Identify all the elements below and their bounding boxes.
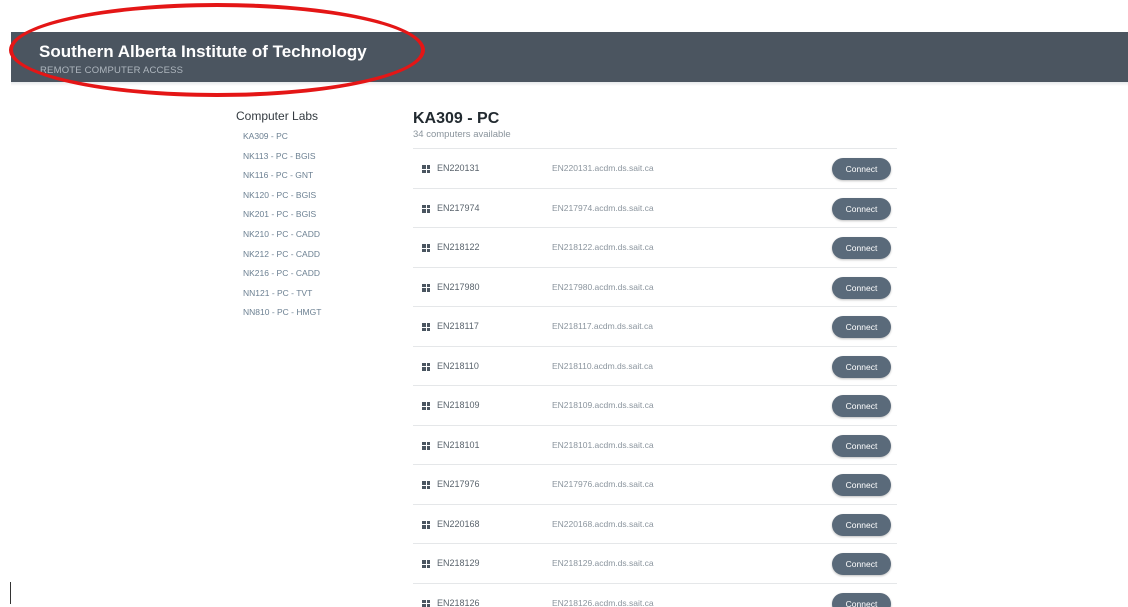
connect-button[interactable]: Connect bbox=[832, 316, 891, 338]
computer-hostname: EN218110.acdm.ds.sait.ca bbox=[552, 360, 653, 371]
computer-name: EN220131 bbox=[437, 163, 480, 173]
sidebar-item-lab[interactable]: NK216 - PC - CADD bbox=[236, 264, 376, 284]
sidebar-item-lab[interactable]: NK116 - PC - GNT bbox=[236, 166, 376, 186]
windows-icon bbox=[422, 520, 430, 529]
connect-button[interactable]: Connect bbox=[832, 513, 891, 536]
computer-name: EN218109 bbox=[437, 400, 480, 410]
computer-hostname: EN217980.acdm.ds.sait.ca bbox=[552, 281, 654, 292]
windows-icon bbox=[422, 204, 430, 213]
connect-button[interactable]: Connect bbox=[832, 474, 891, 496]
windows-icon bbox=[422, 402, 430, 410]
computer-name: EN220168 bbox=[437, 518, 480, 529]
computer-hostname: EN217974.acdm.ds.sait.ca bbox=[552, 202, 654, 213]
computer-row: EN218129 EN218129.acdm.ds.sait.ca Connect bbox=[413, 544, 897, 584]
edge-line bbox=[10, 582, 11, 604]
header-shadow bbox=[11, 82, 1128, 86]
computer-name: EN218101 bbox=[437, 439, 480, 450]
sidebar-item-lab[interactable]: NK210 - PC - CADD bbox=[236, 225, 376, 245]
sidebar-item-lab[interactable]: NK120 - PC - BGIS bbox=[236, 186, 376, 206]
computer-row: EN218117 EN218117.acdm.ds.sait.ca Connect bbox=[413, 307, 897, 347]
connect-button[interactable]: Connect bbox=[832, 158, 891, 180]
sidebar-item-lab[interactable]: NN810 - PC - HMGT bbox=[236, 303, 376, 323]
computer-hostname: EN218122.acdm.ds.sait.ca bbox=[552, 242, 654, 252]
windows-icon bbox=[422, 560, 430, 568]
windows-icon bbox=[422, 165, 430, 173]
main-content: KA309 - PC 34 computers available EN2201… bbox=[413, 110, 899, 607]
windows-icon bbox=[422, 362, 430, 371]
connect-button[interactable]: Connect bbox=[832, 355, 891, 378]
computer-row: EN217980 EN217980.acdm.ds.sait.ca Connect bbox=[413, 268, 897, 307]
computer-hostname: EN218109.acdm.ds.sait.ca bbox=[552, 400, 654, 410]
computer-name: EN217976 bbox=[437, 479, 480, 489]
page-title: KA309 - PC bbox=[413, 110, 500, 127]
computer-list: EN220131 EN220131.acdm.ds.sait.ca Connect E… bbox=[413, 148, 897, 607]
sidebar-item-lab[interactable]: KA309 - PC bbox=[236, 127, 376, 147]
windows-icon bbox=[422, 283, 430, 292]
computer-hostname: EN218129.acdm.ds.sait.ca bbox=[552, 558, 654, 568]
connect-button[interactable]: Connect bbox=[832, 592, 891, 607]
connect-button[interactable]: Connect bbox=[832, 553, 891, 575]
sidebar-item-lab[interactable]: NK113 - PC - BGIS bbox=[236, 147, 376, 167]
site-title[interactable]: Southern Alberta Institute of Technology bbox=[39, 42, 367, 62]
computer-row: EN217974 EN217974.acdm.ds.sait.ca Connect bbox=[413, 189, 897, 228]
computer-hostname: EN218101.acdm.ds.sait.ca bbox=[552, 439, 654, 450]
computer-name: EN218122 bbox=[437, 242, 480, 252]
app-header: Southern Alberta Institute of Technology… bbox=[11, 32, 1128, 82]
page: Southern Alberta Institute of Technology… bbox=[0, 0, 1128, 607]
computer-row: EN218109 EN218109.acdm.ds.sait.ca Connect bbox=[413, 386, 897, 426]
connect-button[interactable]: Connect bbox=[832, 237, 891, 259]
computer-row: EN218101 EN218101.acdm.ds.sait.ca Connect bbox=[413, 426, 897, 465]
computer-row: EN218122 EN218122.acdm.ds.sait.ca Connect bbox=[413, 228, 897, 268]
connect-button[interactable]: Connect bbox=[832, 434, 891, 457]
computer-hostname: EN220131.acdm.ds.sait.ca bbox=[552, 163, 654, 173]
computer-hostname: EN217976.acdm.ds.sait.ca bbox=[552, 479, 654, 489]
sidebar-item-lab[interactable]: NK212 - PC - CADD bbox=[236, 245, 376, 265]
computer-name: EN218126 bbox=[437, 597, 480, 607]
computer-hostname: EN218117.acdm.ds.sait.ca bbox=[552, 321, 653, 331]
sidebar-item-lab[interactable]: NK201 - PC - BGIS bbox=[236, 205, 376, 225]
computer-name: EN218117 bbox=[437, 321, 479, 331]
computer-name: EN217980 bbox=[437, 281, 480, 292]
sidebar-item-lab[interactable]: NN121 - PC - TVT bbox=[236, 284, 376, 304]
computer-hostname: EN218126.acdm.ds.sait.ca bbox=[552, 597, 654, 607]
windows-icon bbox=[422, 323, 430, 331]
windows-icon bbox=[422, 441, 430, 450]
sidebar-heading: Computer Labs bbox=[236, 109, 319, 123]
windows-icon bbox=[422, 481, 430, 489]
computers-available-count: 34 computers available bbox=[413, 129, 511, 140]
computer-hostname: EN220168.acdm.ds.sait.ca bbox=[552, 518, 654, 529]
connect-button[interactable]: Connect bbox=[832, 276, 891, 299]
computer-row: EN217976 EN217976.acdm.ds.sait.ca Connect bbox=[413, 465, 897, 505]
computer-row: EN220131 EN220131.acdm.ds.sait.ca Connect bbox=[413, 149, 897, 189]
computer-labs-sidebar: Computer Labs KA309 - PC NK113 - PC - BGI… bbox=[236, 109, 376, 323]
windows-icon bbox=[422, 599, 430, 607]
sidebar-list: KA309 - PC NK113 - PC - BGIS NK116 - PC - … bbox=[236, 127, 376, 323]
computer-row: EN218110 EN218110.acdm.ds.sait.ca Connect bbox=[413, 347, 897, 386]
computer-name: EN217974 bbox=[437, 202, 480, 213]
windows-icon bbox=[422, 244, 430, 252]
computer-row: EN220168 EN220168.acdm.ds.sait.ca Connect bbox=[413, 505, 897, 544]
computer-name: EN218129 bbox=[437, 558, 480, 568]
site-subtitle: REMOTE COMPUTER ACCESS bbox=[40, 65, 184, 76]
computer-name: EN218110 bbox=[437, 360, 479, 371]
connect-button[interactable]: Connect bbox=[832, 395, 891, 417]
connect-button[interactable]: Connect bbox=[832, 197, 891, 220]
computer-row: EN218126 EN218126.acdm.ds.sait.ca Connect bbox=[413, 584, 897, 607]
